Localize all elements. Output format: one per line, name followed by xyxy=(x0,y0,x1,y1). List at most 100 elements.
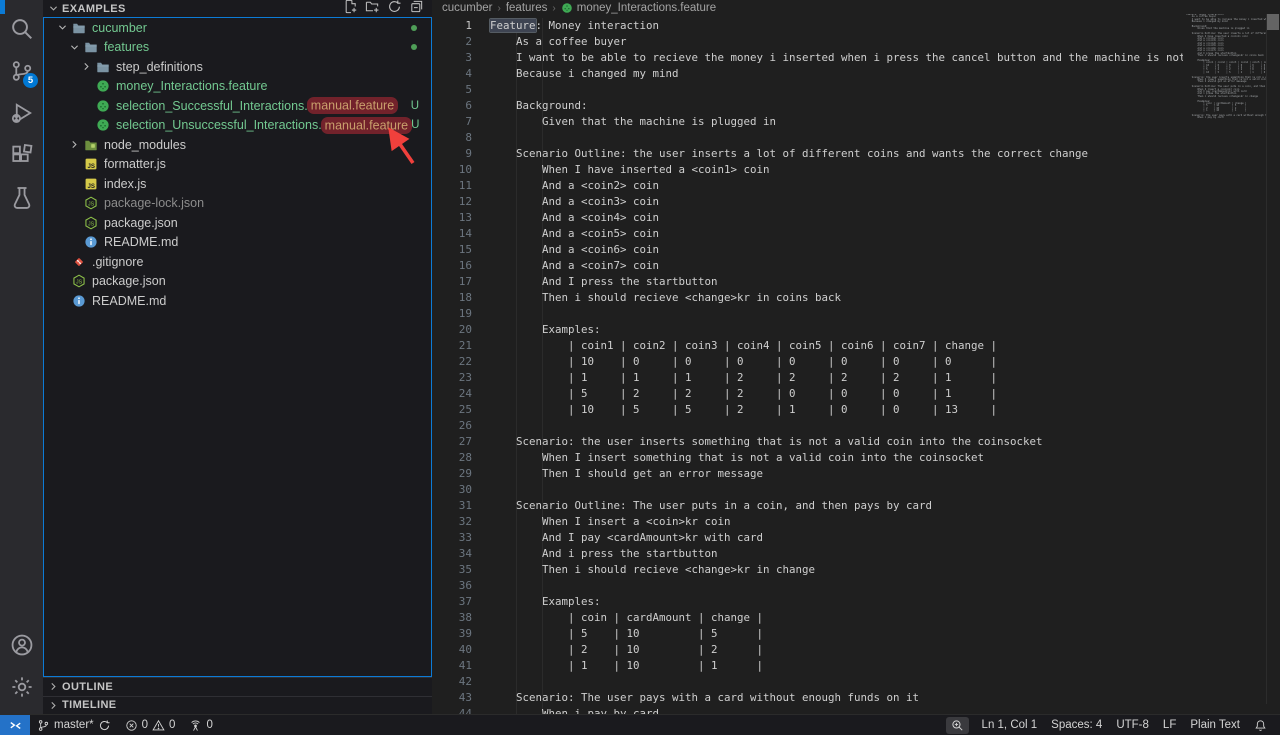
line-number: 40 xyxy=(432,642,472,658)
tree-item-readme-md[interactable]: README.md xyxy=(44,291,431,311)
tree-item-selection-unsuccessful-interactions-[interactable]: selection_Unsuccessful_Interactions.manu… xyxy=(44,116,431,136)
code-line-13[interactable]: 13 And a <coin4> coin xyxy=(432,210,1183,226)
code-line-35[interactable]: 35 Then i should recieve <change>kr in c… xyxy=(432,562,1183,578)
tree-item-package-lock-json[interactable]: JSpackage-lock.json xyxy=(44,194,431,214)
code-line-11[interactable]: 11 And a <coin2> coin xyxy=(432,178,1183,194)
code-line-16[interactable]: 16 And a <coin7> coin xyxy=(432,258,1183,274)
source-control-icon[interactable]: 5 xyxy=(0,50,43,92)
tree-item-package-json[interactable]: JSpackage.json xyxy=(44,213,431,233)
collapse-all-icon[interactable] xyxy=(409,0,424,19)
status-ports[interactable]: 0 xyxy=(182,715,219,735)
tree-item-package-json[interactable]: JSpackage.json xyxy=(44,272,431,292)
scrollbar-thumb[interactable] xyxy=(1267,14,1279,30)
code-line-3[interactable]: 3 I want to be able to recieve the money… xyxy=(432,50,1183,66)
tree-item--gitignore[interactable]: .gitignore xyxy=(44,252,431,272)
code-line-1[interactable]: 1Feature: Money interaction xyxy=(432,18,1183,34)
code-line-25[interactable]: 25 | 10 | 5 | 5 | 2 | 1 | 0 | 0 | 13 | xyxy=(432,402,1183,418)
code-line-8[interactable]: 8 xyxy=(432,130,1183,146)
line-content: Given that the machine is plugged in xyxy=(472,114,776,130)
code-line-10[interactable]: 10 When I have inserted a <coin1> coin xyxy=(432,162,1183,178)
tree-item-selection-successful-interactions-[interactable]: selection_Successful_Interactions.manual… xyxy=(44,96,431,116)
search-icon[interactable] xyxy=(0,8,43,50)
code-line-27[interactable]: 27 Scenario: the user inserts something … xyxy=(432,434,1183,450)
tree-item-features[interactable]: features xyxy=(44,38,431,58)
annotation-highlight: manual.feature xyxy=(321,117,412,134)
tree-item-node-modules[interactable]: node_modules xyxy=(44,135,431,155)
code-line-29[interactable]: 29 Then I should get an error message xyxy=(432,466,1183,482)
tree-item-money-interactions-feature[interactable]: money_Interactions.feature xyxy=(44,77,431,97)
scrollbar[interactable] xyxy=(1266,14,1280,704)
tree-item-step-definitions[interactable]: step_definitions xyxy=(44,57,431,77)
breadcrumb-separator: › xyxy=(498,3,501,14)
accounts-icon[interactable] xyxy=(0,624,43,666)
code-line-23[interactable]: 23 | 1 | 1 | 1 | 2 | 2 | 2 | 2 | 1 | xyxy=(432,370,1183,386)
tree-item-index-js[interactable]: JSindex.js xyxy=(44,174,431,194)
code-line-36[interactable]: 36 xyxy=(432,578,1183,594)
code-line-40[interactable]: 40 | 2 | 10 | 2 | xyxy=(432,642,1183,658)
breadcrumb-item[interactable]: money_Interactions.feature xyxy=(561,2,716,14)
code-line-21[interactable]: 21 | coin1 | coin2 | coin3 | coin4 | coi… xyxy=(432,338,1183,354)
code-line-34[interactable]: 34 And i press the startbutton xyxy=(432,546,1183,562)
code-line-26[interactable]: 26 xyxy=(432,418,1183,434)
code-line-12[interactable]: 12 And a <coin3> coin xyxy=(432,194,1183,210)
code-line-9[interactable]: 9 Scenario Outline: the user inserts a l… xyxy=(432,146,1183,162)
status-branch-status[interactable]: master* xyxy=(30,715,118,735)
code-line-18[interactable]: 18 Then i should recieve <change>kr in c… xyxy=(432,290,1183,306)
new-file-icon[interactable] xyxy=(343,0,358,19)
status-problems[interactable]: 00 xyxy=(118,715,183,735)
panel-timeline[interactable]: TIMELINE xyxy=(43,696,432,715)
code-area[interactable]: 1Feature: Money interaction2 As a coffee… xyxy=(432,18,1183,714)
code-line-42[interactable]: 42 xyxy=(432,674,1183,690)
code-line-30[interactable]: 30 xyxy=(432,482,1183,498)
code-line-14[interactable]: 14 And a <coin5> coin xyxy=(432,226,1183,242)
code-line-28[interactable]: 28 When I insert something that is not a… xyxy=(432,450,1183,466)
refresh-icon[interactable] xyxy=(387,0,402,19)
code-line-2[interactable]: 2 As a coffee buyer xyxy=(432,34,1183,50)
code-line-31[interactable]: 31 Scenario Outline: The user puts in a … xyxy=(432,498,1183,514)
code-line-38[interactable]: 38 | coin | cardAmount | change | xyxy=(432,610,1183,626)
minimap[interactable]: Feature: Money interaction As a coffee b… xyxy=(1186,14,1266,704)
breadcrumb-item[interactable]: features xyxy=(506,2,548,14)
chevron-down-icon[interactable] xyxy=(66,42,82,53)
new-folder-icon[interactable] xyxy=(365,0,380,19)
code-line-6[interactable]: 6 Background: xyxy=(432,98,1183,114)
tree-item-readme-md[interactable]: README.md xyxy=(44,233,431,253)
code-line-4[interactable]: 4 Because i changed my mind xyxy=(432,66,1183,82)
code-line-15[interactable]: 15 And a <coin6> coin xyxy=(432,242,1183,258)
chevron-right-icon[interactable] xyxy=(78,61,94,72)
status-zoom-toggle[interactable] xyxy=(946,717,969,734)
status-eol[interactable]: LF xyxy=(1156,719,1183,731)
code-line-33[interactable]: 33 And I pay <cardAmount>kr with card xyxy=(432,530,1183,546)
code-line-5[interactable]: 5 xyxy=(432,82,1183,98)
status-indentation[interactable]: Spaces: 4 xyxy=(1044,719,1109,731)
code-line-39[interactable]: 39 | 5 | 10 | 5 | xyxy=(432,626,1183,642)
status-encoding[interactable]: UTF-8 xyxy=(1109,719,1156,731)
code-line-43[interactable]: 43 Scenario: The user pays with a card w… xyxy=(432,690,1183,706)
code-line-20[interactable]: 20 Examples: xyxy=(432,322,1183,338)
code-line-7[interactable]: 7 Given that the machine is plugged in xyxy=(432,114,1183,130)
panel-outline[interactable]: OUTLINE xyxy=(43,677,432,696)
run-debug-icon[interactable] xyxy=(0,92,43,134)
extensions-icon[interactable] xyxy=(0,134,43,176)
code-line-41[interactable]: 41 | 1 | 10 | 1 | xyxy=(432,658,1183,674)
cucumber-icon xyxy=(561,2,573,14)
chevron-down-icon[interactable] xyxy=(48,3,59,14)
status-language-mode[interactable]: Plain Text xyxy=(1183,719,1247,731)
code-line-37[interactable]: 37 Examples: xyxy=(432,594,1183,610)
tree-item-cucumber[interactable]: cucumber xyxy=(44,18,431,38)
code-line-22[interactable]: 22 | 10 | 0 | 0 | 0 | 0 | 0 | 0 | 0 | xyxy=(432,354,1183,370)
code-line-32[interactable]: 32 When I insert a <coin>kr coin xyxy=(432,514,1183,530)
code-line-19[interactable]: 19 xyxy=(432,306,1183,322)
breadcrumb-item[interactable]: cucumber xyxy=(442,2,493,14)
remote-indicator[interactable] xyxy=(0,715,30,735)
code-line-17[interactable]: 17 And I press the startbutton xyxy=(432,274,1183,290)
chevron-down-icon[interactable] xyxy=(54,22,70,33)
code-line-24[interactable]: 24 | 5 | 2 | 2 | 2 | 0 | 0 | 0 | 1 | xyxy=(432,386,1183,402)
tree-item-formatter-js[interactable]: JSformatter.js xyxy=(44,155,431,175)
chevron-right-icon[interactable] xyxy=(66,139,82,150)
status-notifications[interactable] xyxy=(1247,719,1274,732)
code-line-44[interactable]: 44 When i pay by card xyxy=(432,706,1183,714)
testing-icon[interactable] xyxy=(0,176,43,218)
status-cursor-position[interactable]: Ln 1, Col 1 xyxy=(975,719,1045,731)
settings-icon[interactable] xyxy=(0,666,43,708)
